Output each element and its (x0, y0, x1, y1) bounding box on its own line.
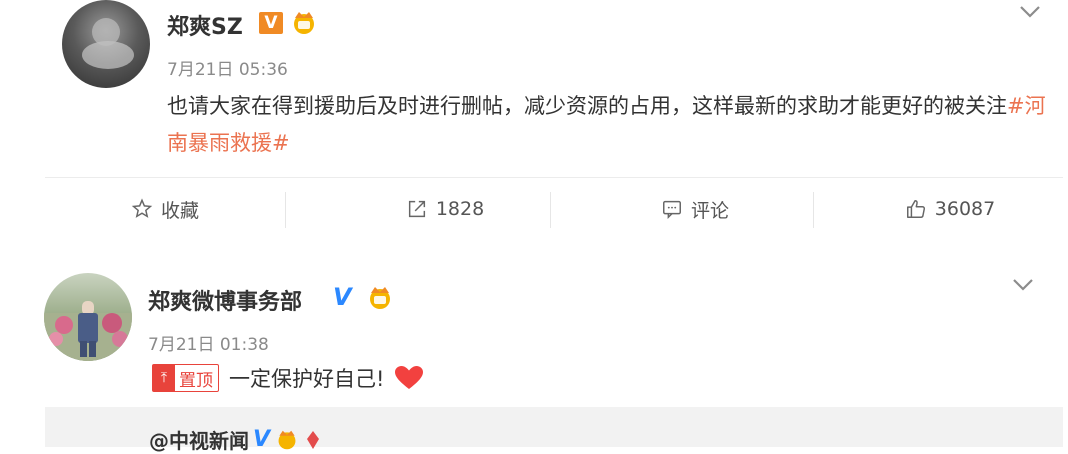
chevron-down-icon[interactable] (1012, 277, 1034, 291)
heart-icon (395, 366, 424, 389)
pinned-label: 置顶 (179, 370, 213, 391)
divider (285, 192, 286, 228)
verified-blue-icon: V (253, 427, 271, 452)
pin-icon: ⤒ (153, 365, 175, 391)
star-icon (131, 198, 153, 218)
chevron-down-icon[interactable] (1019, 4, 1041, 18)
post-time[interactable]: 7月21日 05:36 (167, 55, 288, 80)
repost-author[interactable]: @中视新闻 (149, 425, 249, 454)
like-count: 36087 (934, 198, 996, 220)
author-name[interactable]: 郑爽SZ (167, 9, 243, 41)
author-name[interactable]: 郑爽微博事务部 (148, 284, 302, 316)
avatar[interactable] (44, 273, 132, 361)
member-crown-icon (365, 285, 395, 315)
post-body: 一定保护好自己! (229, 367, 385, 391)
thumbs-up-icon (906, 200, 925, 218)
repost-container[interactable]: @中视新闻 V (45, 407, 1063, 453)
ribbon-icon (307, 430, 320, 449)
member-crown-icon (289, 10, 319, 40)
pinned-badge: ⤒ 置顶 (152, 364, 219, 392)
post-time[interactable]: 7月21日 01:38 (148, 330, 269, 355)
share-icon (408, 200, 425, 218)
avatar[interactable] (62, 0, 150, 88)
post-text: 也请大家在得到援助后及时进行删帖，减少资源的占用，这样最新的求助才能更好的被关注… (167, 88, 1047, 162)
post-content: ⤒ 置顶 一定保护好自己! (152, 363, 424, 393)
member-crown-icon (278, 430, 296, 449)
action-bar: 收藏 1828 评论 36087 (45, 177, 1063, 240)
repost-button[interactable]: 1828 (345, 178, 545, 240)
comment-button[interactable]: 评论 (575, 178, 815, 240)
divider (550, 192, 551, 228)
repost-count: 1828 (435, 198, 485, 220)
verified-blue-icon: V (333, 283, 352, 311)
favorite-label: 收藏 (160, 199, 199, 222)
like-button[interactable]: 36087 (835, 178, 1065, 240)
comment-label: 评论 (690, 199, 729, 222)
post-body: 也请大家在得到援助后及时进行删帖，减少资源的占用，这样最新的求助才能更好的被关注 (167, 94, 1007, 118)
divider (813, 192, 814, 228)
verified-orange-icon: V (259, 12, 283, 34)
favorite-button[interactable]: 收藏 (45, 178, 285, 240)
comment-icon (663, 200, 681, 220)
